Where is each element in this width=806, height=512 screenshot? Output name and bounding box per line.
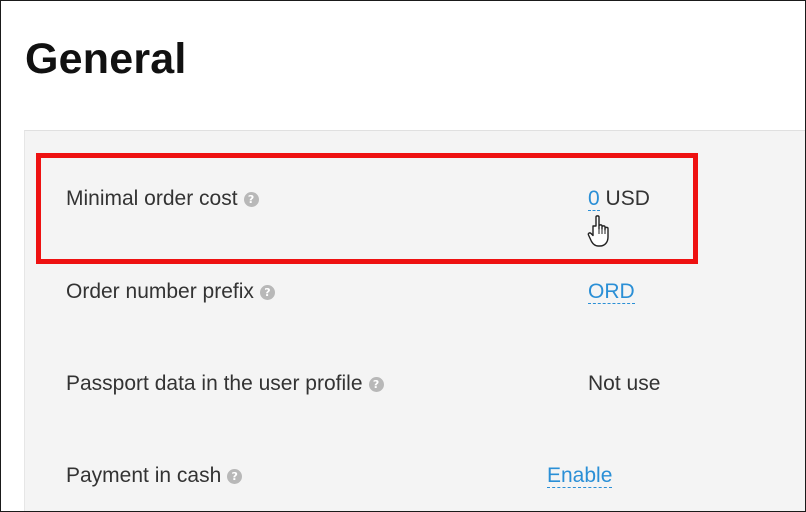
payment-in-cash-value: Enable bbox=[547, 462, 613, 490]
page-title: General bbox=[25, 35, 187, 83]
setting-label: Payment in cash? bbox=[66, 462, 243, 490]
setting-label: Passport data in the user profile? bbox=[66, 370, 384, 398]
setting-row-order-number-prefix: Order number prefix? ORD bbox=[25, 278, 805, 318]
payment-in-cash-link[interactable]: Enable bbox=[547, 464, 613, 488]
setting-row-passport-data: Passport data in the user profile? Not u… bbox=[25, 370, 805, 410]
question-circle-icon[interactable]: ? bbox=[227, 469, 243, 484]
screenshot-frame: General Minimal order cost? 0 USD Order … bbox=[0, 0, 806, 512]
question-circle-icon[interactable]: ? bbox=[259, 285, 275, 300]
setting-row-payment-in-cash: Payment in cash? Enable bbox=[25, 462, 805, 502]
setting-label: Order number prefix? bbox=[66, 278, 275, 306]
passport-data-text: Not use bbox=[588, 372, 661, 395]
order-number-prefix-link[interactable]: ORD bbox=[588, 280, 635, 304]
question-circle-icon[interactable]: ? bbox=[368, 377, 384, 392]
order-number-prefix-value: ORD bbox=[588, 278, 635, 306]
hand-pointer-icon bbox=[587, 215, 609, 247]
passport-data-value: Not use bbox=[588, 370, 660, 398]
